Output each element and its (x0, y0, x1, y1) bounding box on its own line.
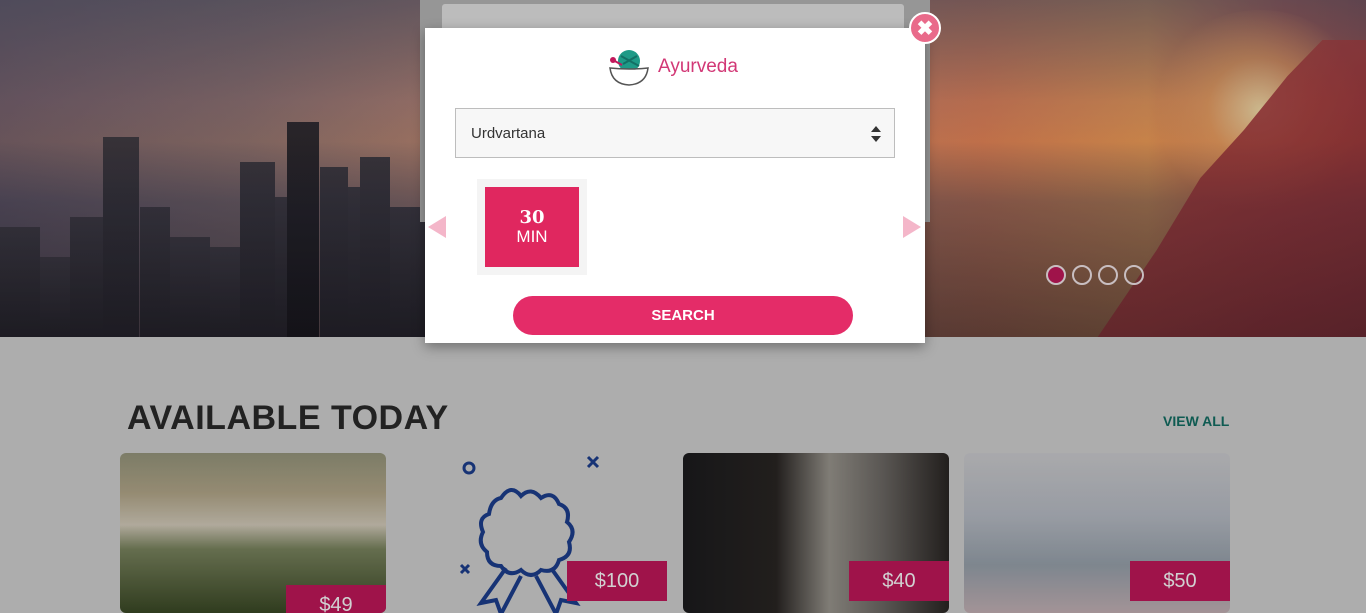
slot-prev-arrow-icon[interactable] (428, 216, 446, 238)
slot-next-arrow-icon[interactable] (903, 216, 921, 238)
carousel-dots (1046, 265, 1144, 285)
carousel-dot-2[interactable] (1072, 265, 1092, 285)
treatment-select-value: Urdvartana (471, 124, 546, 142)
duration-unit: MIN (516, 226, 548, 246)
duration-slot-30[interactable]: 30 MIN (485, 187, 579, 267)
price-badge: $40 (849, 561, 949, 601)
carousel-dot-4[interactable] (1124, 265, 1144, 285)
close-icon[interactable]: ✖ (909, 12, 941, 44)
carousel-dot-1[interactable] (1046, 265, 1066, 285)
price-badge: $49 (286, 585, 386, 613)
carousel-dot-3[interactable] (1098, 265, 1118, 285)
treatment-select[interactable]: Urdvartana (455, 108, 895, 158)
duration-number: 30 (519, 206, 545, 228)
treatment-modal: Ayurveda Urdvartana 30 MIN SEARCH (425, 28, 925, 343)
price-badge: $50 (1130, 561, 1230, 601)
view-all-link[interactable]: VIEW ALL (1163, 413, 1229, 429)
search-button[interactable]: SEARCH (513, 296, 853, 335)
mortar-pestle-icon (609, 50, 649, 86)
select-arrows-icon (871, 126, 881, 142)
offer-card-award[interactable]: $100 (401, 453, 667, 613)
section-title: AVAILABLE TODAY (127, 399, 449, 437)
brand-name: Ayurveda (658, 56, 738, 77)
offer-card-books[interactable]: $40 (683, 453, 949, 613)
offer-card-yoga[interactable]: $50 (964, 453, 1230, 613)
price-badge: $100 (567, 561, 667, 601)
offer-card-waterfall[interactable]: $49 (120, 453, 386, 613)
modal-brand: Ayurveda (608, 48, 738, 86)
